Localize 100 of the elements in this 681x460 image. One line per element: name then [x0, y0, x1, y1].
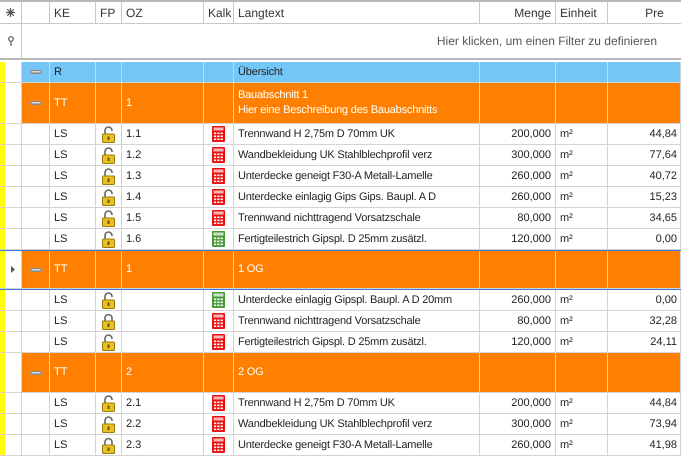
langtext-cell: Trennwand H 2,75m D 70mm UK — [238, 126, 395, 142]
menge-cell-text: 300,000 — [511, 148, 551, 163]
menge-cell-text: 120,000 — [511, 232, 551, 247]
table-row[interactable]: LS 1.2 Wandbekleidung UK Stahlblechprofil verz 300,000 m² 77,64 — [0, 145, 681, 166]
collapse-icon[interactable] — [30, 70, 42, 74]
collapse-icon[interactable] — [30, 370, 42, 374]
oz-cell-text: 1.6 — [126, 232, 142, 247]
menge-cell-text: 200,000 — [511, 396, 551, 411]
column-header[interactable]: Pre — [608, 2, 681, 24]
row-pointer-icon — [11, 266, 15, 273]
filter-field[interactable]: Hier klicken, um einen Filter zu definieren — [337, 32, 657, 50]
einheit-cell-text: m² — [560, 210, 573, 226]
preis-cell-text: 77,64 — [649, 148, 677, 163]
calculator-icon[interactable] — [212, 313, 225, 329]
column-header[interactable]: Kalk — [204, 2, 234, 24]
einheit-cell-text: m² — [560, 438, 573, 453]
preis-cell-text: 24,11 — [650, 334, 677, 350]
langtext-cell: Unterdecke geneigt F30-A Metall-Lamelle — [238, 438, 433, 452]
einheit-cell-text: m² — [560, 314, 573, 329]
oz-cell-text: 2.1 — [126, 396, 142, 411]
ke-cell-text: R — [54, 64, 62, 80]
asterisk-icon[interactable] — [6, 8, 15, 17]
table-row[interactable]: LS Fertigteilestrich Gipspl. D 25mm zusätzl. 120,000 m² 24,11 — [0, 332, 681, 353]
preis-cell-text: 32,28 — [649, 314, 677, 329]
einheit-cell-text: m² — [560, 232, 573, 247]
langtext-cell: Trennwand H 2,75m D 70mm UK — [238, 396, 395, 410]
calculator-icon[interactable] — [212, 395, 225, 411]
einheit-cell-text: m² — [560, 168, 573, 184]
collapse-icon[interactable] — [30, 268, 42, 272]
column-header[interactable]: Einheit — [556, 2, 608, 24]
calculator-icon[interactable] — [212, 334, 225, 350]
column-header[interactable]: KE — [50, 2, 96, 24]
preis-cell-text: 44,84 — [649, 396, 677, 411]
ke-cell-text: LS — [54, 232, 68, 247]
calculator-icon[interactable] — [212, 147, 225, 163]
oz-cell-text: 2 — [126, 365, 132, 380]
ke-cell-text: LS — [54, 438, 68, 453]
table-row[interactable]: LS 2.2 Wandbekleidung UK Stahlblechprofil verz 300,000 m² 73,94 — [0, 414, 681, 435]
ke-cell-text: LS — [54, 396, 68, 411]
calculator-icon[interactable] — [212, 168, 225, 184]
ke-cell-text: LS — [54, 334, 68, 350]
langtext-cell: Wandbekleidung UK Stahlblechprofil verz — [238, 148, 432, 162]
calculator-icon[interactable] — [212, 437, 225, 453]
langtext-cell: Wandbekleidung UK Stahlblechprofil verz — [238, 416, 432, 432]
einheit-cell-text: m² — [560, 396, 573, 411]
column-header[interactable]: Langtext — [234, 2, 480, 24]
einheit-cell-text: m² — [560, 126, 573, 142]
table-row[interactable]: LS 2.1 Trennwand H 2,75m D 70mm UK 200,000 m² 44,84 — [0, 393, 681, 414]
ke-cell-text: LS — [54, 168, 68, 184]
oz-cell-text: 1.5 — [126, 210, 142, 226]
table-row[interactable]: LS Trennwand nichttragend Vorsatzschale 80,000 m² 32,28 — [0, 311, 681, 332]
menge-cell-text: 80,000 — [517, 210, 551, 226]
calculator-icon[interactable] — [212, 231, 225, 247]
calculator-icon[interactable] — [212, 189, 225, 205]
table-row[interactable]: LS 1.6 Fertigteilestrich Gipspl. D 25mm zusätzl. 120,000 m² 0,00 — [0, 229, 681, 250]
pin-icon[interactable] — [8, 36, 14, 46]
table-row[interactable]: LS Unterdecke einlagig Gipspl. Baupl. A D 20mm 260,000 m² 0,00 — [0, 290, 681, 311]
langtext-cell: Fertigteilestrich Gipspl. D 25mm zusätzl. — [238, 334, 427, 350]
preis-cell-text: 44,84 — [649, 126, 677, 142]
calculator-icon[interactable] — [212, 292, 225, 308]
column-header[interactable]: OZ — [122, 2, 204, 24]
table-row[interactable]: R Übersicht — [0, 62, 681, 83]
calculator-icon[interactable] — [212, 210, 225, 226]
langtext-cell: Trennwand nichttragend Vorsatzschale — [238, 210, 421, 226]
preis-cell-text: 0,00 — [656, 292, 677, 308]
langtext-cell: Unterdecke einlagig Gips Gips. Baupl. A D — [238, 190, 436, 204]
table-row[interactable]: LS 1.1 Trennwand H 2,75m D 70mm UK 200,000 m² 44,84 — [0, 124, 681, 145]
column-header[interactable]: FP — [96, 2, 122, 24]
oz-cell-text: 1 — [126, 96, 132, 111]
ke-cell-text: LS — [54, 210, 68, 226]
langtext-cell: Trennwand nichttragend Vorsatzschale — [238, 314, 421, 328]
calculator-icon[interactable] — [212, 416, 225, 432]
preis-cell-text: 15,23 — [649, 190, 677, 205]
preis-cell-text: 73,94 — [649, 416, 677, 432]
einheit-cell-text: m² — [560, 416, 573, 432]
langtext-cell: Fertigteilestrich Gipspl. D 25mm zusätzl. — [238, 232, 427, 246]
menge-cell-text: 260,000 — [511, 168, 551, 184]
table-row[interactable]: LS 2.3 Unterdecke geneigt F30-A Metall-Lamelle 260,000 m² 41,98 — [0, 435, 681, 456]
oz-cell-text: 2.3 — [126, 438, 142, 453]
oz-cell-text: 1.1 — [126, 126, 142, 142]
ke-cell-text: LS — [54, 416, 68, 432]
collapse-icon[interactable] — [30, 101, 42, 105]
column-header[interactable]: Menge — [480, 2, 556, 24]
table-row[interactable]: LS 1.5 Trennwand nichttragend Vorsatzschale 80,000 m² 34,65 — [0, 208, 681, 229]
table-row[interactable]: LS 1.3 Unterdecke geneigt F30-A Metall-Lamelle 260,000 m² 40,72 — [0, 166, 681, 187]
einheit-cell-text: m² — [560, 292, 573, 308]
menge-cell-text: 260,000 — [511, 190, 551, 205]
langtext-cell: 2 OG — [238, 365, 264, 380]
row-marker — [0, 251, 5, 288]
ke-cell-text: LS — [54, 292, 68, 308]
einheit-cell-text: m² — [560, 148, 573, 163]
table-row[interactable]: LS 1.4 Unterdecke einlagig Gips Gips. Baupl. A D 260,000 m² 15,23 — [0, 187, 681, 208]
langtext-cell: Unterdecke einlagig Gipspl. Baupl. A D 20mm — [238, 292, 452, 308]
calculator-icon[interactable] — [212, 126, 225, 142]
menge-cell-text: 200,000 — [511, 126, 551, 142]
menge-cell-text: 120,000 — [511, 334, 551, 350]
oz-cell-text: 1 — [126, 262, 132, 278]
menge-cell-text: 260,000 — [511, 438, 551, 453]
preis-cell-text: 34,65 — [649, 210, 677, 226]
ke-cell-text: LS — [54, 148, 68, 163]
